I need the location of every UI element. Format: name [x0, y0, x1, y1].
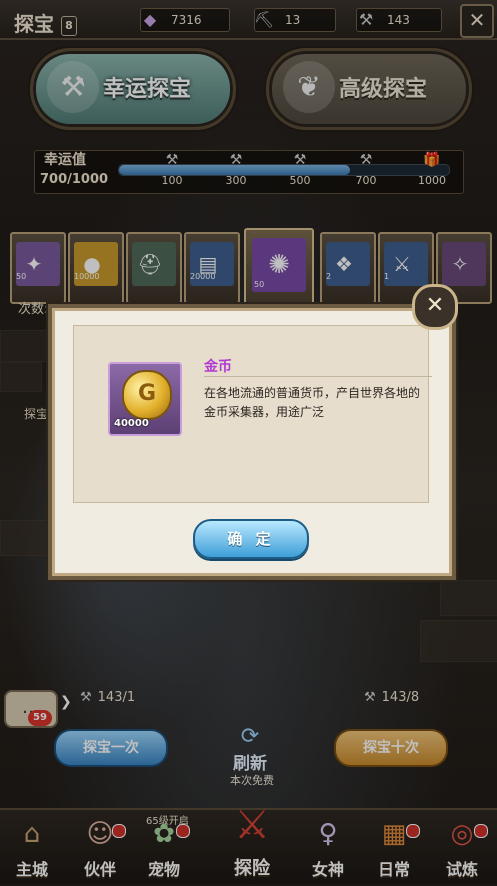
item-description: 在各地流通的普通货币，产自世界各地的金币采集器，用途广泛: [204, 386, 421, 419]
gold-coin-icon: G: [122, 370, 172, 420]
divider: [204, 376, 432, 377]
confirm-button[interactable]: 确 定: [193, 519, 309, 559]
item-info-dialog: G 40000 金币 在各地流通的普通货币，产自世界各地的金币采集器，用途广泛 …: [52, 308, 452, 576]
item-name: 金币: [204, 359, 232, 375]
item-quantity: 40000: [114, 418, 149, 429]
dialog-close-button[interactable]: ✕: [412, 284, 458, 330]
dialog-content: G 40000 金币 在各地流通的普通货币，产自世界各地的金币采集器，用途广泛: [73, 325, 432, 503]
item-icon-frame: G 40000: [108, 362, 182, 436]
